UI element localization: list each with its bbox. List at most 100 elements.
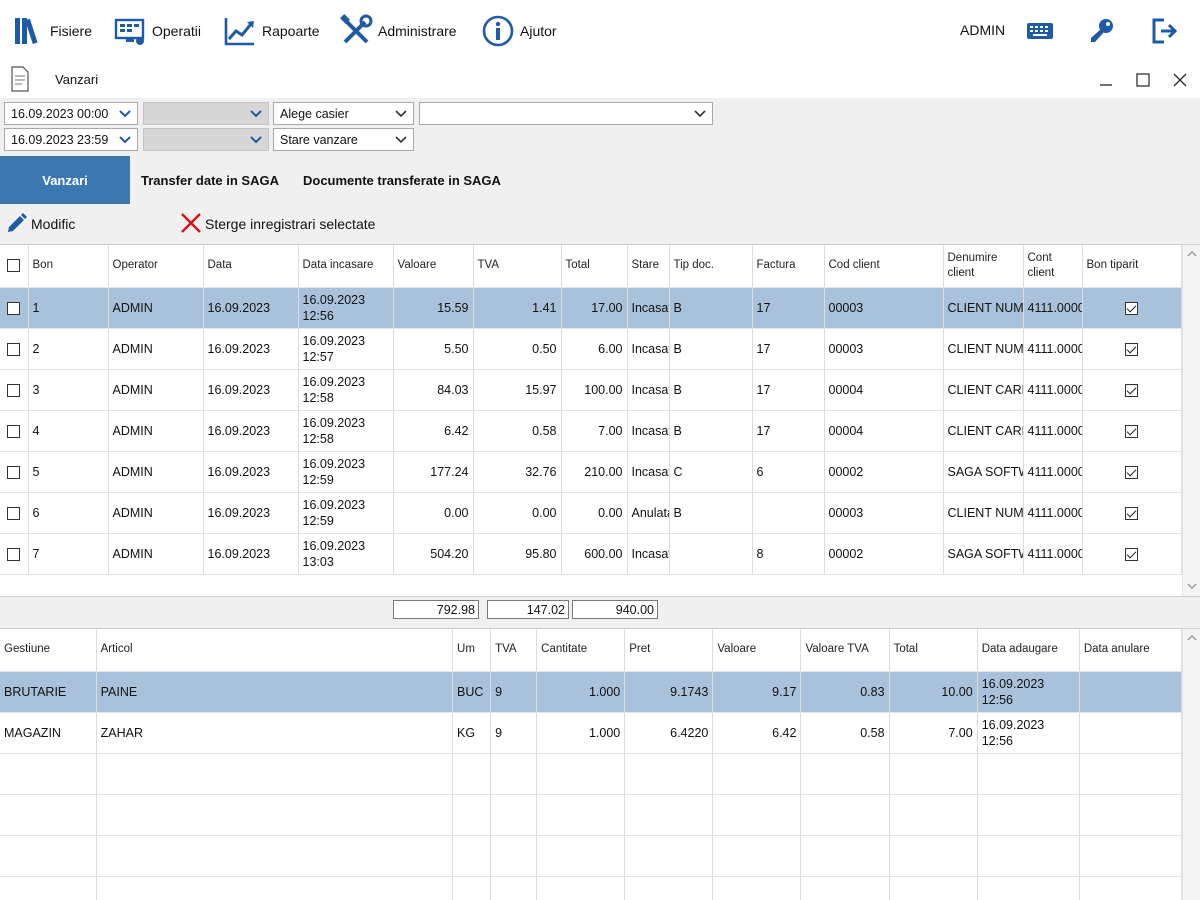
col-header-articol[interactable]: Articol	[96, 629, 454, 672]
col-header-data-incasare[interactable]: Data incasare	[298, 245, 394, 288]
row-select-checkbox[interactable]	[7, 506, 21, 520]
cell-data-incasare-time: 13:03	[302, 554, 334, 569]
maximize-button[interactable]	[1130, 68, 1156, 94]
extra-filter-dropdown[interactable]	[419, 102, 713, 125]
menu-ajutor[interactable]: Ajutor	[480, 13, 557, 49]
empty-cell	[0, 876, 97, 900]
row-select-cell[interactable]	[0, 492, 29, 534]
col-header-item-tva[interactable]: TVA	[490, 629, 538, 672]
sales-row[interactable]: 4 ADMIN 16.09.2023 16.09.2023 12:58 6.42 0.58 7…	[0, 410, 1182, 452]
row-select-cell[interactable]	[0, 451, 29, 493]
date-from-picker[interactable]: 16.09.2023 00:00	[4, 102, 138, 125]
row-select-checkbox[interactable]	[7, 465, 21, 479]
select-all-checkbox[interactable]	[7, 258, 21, 272]
row-select-checkbox[interactable]	[7, 547, 21, 561]
col-header-data[interactable]: Data	[203, 245, 299, 288]
item-row[interactable]: BRUTARIE PAINE BUC 9 1.000 9.1743 9.17 0.83 10.0…	[0, 671, 1183, 713]
bon-tiparit-checkbox[interactable]	[1125, 424, 1139, 438]
logout-icon[interactable]	[1148, 14, 1182, 48]
col-header-cont-client[interactable]: Cont client	[1023, 245, 1083, 288]
menu-rapoarte[interactable]: Rapoarte	[222, 13, 320, 49]
menu-ajutor-label: Ajutor	[520, 23, 557, 39]
row-select-cell[interactable]	[0, 369, 29, 411]
menu-administrare[interactable]: Administrare	[338, 13, 457, 49]
col-header-bon-tiparit[interactable]: Bon tiparit	[1082, 245, 1182, 288]
row-select-cell[interactable]	[0, 410, 29, 452]
bon-tiparit-checkbox[interactable]	[1125, 301, 1139, 315]
sales-row[interactable]: 6 ADMIN 16.09.2023 16.09.2023 12:59 0.00 0.00 0…	[0, 492, 1182, 534]
row-select-cell[interactable]	[0, 328, 29, 370]
col-header-data-adaugare[interactable]: Data adaugare	[977, 629, 1080, 672]
filter-dropdown-disabled-2[interactable]	[143, 128, 269, 151]
maximize-icon	[1136, 72, 1150, 90]
sales-row[interactable]: 1 ADMIN 16.09.2023 16.09.2023 12:56 15.59 1.41…	[0, 287, 1182, 329]
cell-valoare: 15.59	[393, 287, 474, 329]
col-header-um[interactable]: Um	[452, 629, 492, 672]
col-header-denumire-client[interactable]: Denumire client	[943, 245, 1024, 288]
date-to-picker[interactable]: 16.09.2023 23:59	[4, 128, 138, 151]
keyboard-icon[interactable]	[1023, 14, 1057, 48]
row-select-cell[interactable]	[0, 287, 29, 329]
col-header-stare[interactable]: Stare	[627, 245, 670, 288]
tab-transfer-saga[interactable]: Transfer date in SAGA	[141, 156, 279, 204]
sales-grid-scrollbar[interactable]	[1182, 245, 1200, 596]
col-header-tip-doc[interactable]: Tip doc.	[669, 245, 753, 288]
row-select-checkbox[interactable]	[7, 424, 21, 438]
col-header-pret[interactable]: Pret	[624, 629, 714, 672]
items-grid-scrollbar[interactable]	[1182, 629, 1200, 900]
col-header-operator[interactable]: Operator	[108, 245, 204, 288]
row-select-checkbox[interactable]	[7, 383, 21, 397]
row-select-checkbox[interactable]	[7, 301, 21, 315]
sales-row[interactable]: 5 ADMIN 16.09.2023 16.09.2023 12:59 177.24 32.…	[0, 451, 1182, 493]
item-row[interactable]: MAGAZIN ZAHAR KG 9 1.000 6.4220 6.42 0.58 7.00 16…	[0, 712, 1183, 754]
select-all-checkbox-cell[interactable]	[0, 245, 29, 288]
bon-tiparit-checkbox[interactable]	[1125, 547, 1139, 561]
empty-cell	[712, 794, 802, 836]
bon-tiparit-checkbox[interactable]	[1125, 506, 1139, 520]
bon-tiparit-checkbox[interactable]	[1125, 383, 1139, 397]
tab-documente-transferate[interactable]: Documente transferate in SAGA	[303, 156, 501, 204]
chevron-down-icon	[395, 110, 407, 118]
bon-tiparit-checkbox[interactable]	[1125, 342, 1139, 356]
sales-row[interactable]: 3 ADMIN 16.09.2023 16.09.2023 12:58 84.03 15.9…	[0, 369, 1182, 411]
filter-dropdown-disabled-1[interactable]	[143, 102, 269, 125]
cell-valoare-tva: 0.58	[800, 712, 890, 754]
casier-dropdown[interactable]: Alege casier	[273, 102, 414, 125]
col-header-total[interactable]: Total	[561, 245, 628, 288]
col-header-bon[interactable]: Bon	[28, 245, 109, 288]
sales-row[interactable]: 7 ADMIN 16.09.2023 16.09.2023 13:03 504.20 95.…	[0, 533, 1182, 575]
bon-tiparit-checkbox[interactable]	[1125, 465, 1139, 479]
close-button[interactable]	[1167, 68, 1193, 94]
stare-dropdown[interactable]: Stare vanzare	[273, 128, 414, 151]
col-header-valoare-tva[interactable]: Valoare TVA	[800, 629, 890, 672]
col-header-cantitate[interactable]: Cantitate	[536, 629, 626, 672]
scroll-up-icon[interactable]	[1187, 633, 1197, 643]
col-header-cod-client[interactable]: Cod client	[824, 245, 944, 288]
col-header-item-valoare[interactable]: Valoare	[712, 629, 802, 672]
scroll-up-icon[interactable]	[1187, 249, 1197, 259]
col-header-data-anulare[interactable]: Data anulare	[1079, 629, 1183, 672]
col-header-gestiune[interactable]: Gestiune	[0, 629, 97, 672]
cell-bon-tiparit	[1082, 328, 1182, 370]
menu-operatii[interactable]: Operatii	[112, 13, 201, 49]
row-select-checkbox[interactable]	[7, 342, 21, 356]
scroll-down-icon[interactable]	[1187, 581, 1197, 591]
menu-fisiere[interactable]: Fisiere	[10, 13, 92, 49]
col-header-factura[interactable]: Factura	[752, 245, 825, 288]
col-header-tva[interactable]: TVA	[473, 245, 562, 288]
empty-cell	[0, 794, 97, 836]
key-icon[interactable]	[1085, 14, 1119, 48]
modify-button[interactable]: Modific	[6, 212, 75, 236]
cell-denumire-client: CLIENT NUMERAR	[943, 328, 1024, 370]
empty-cell	[452, 876, 492, 900]
sales-row[interactable]: 2 ADMIN 16.09.2023 16.09.2023 12:57 5.50 0.50 6…	[0, 328, 1182, 370]
chevron-down-icon	[119, 136, 131, 144]
minimize-button[interactable]	[1093, 68, 1119, 94]
row-select-cell[interactable]	[0, 533, 29, 575]
delete-selected-button[interactable]: Sterge inregistrari selectate	[180, 212, 375, 236]
empty-cell	[977, 753, 1080, 795]
tab-vanzari[interactable]: Vanzari	[0, 156, 130, 204]
col-header-valoare[interactable]: Valoare	[393, 245, 474, 288]
col-header-item-total[interactable]: Total	[889, 629, 978, 672]
cell-data-incasare-time: 12:58	[302, 431, 334, 446]
